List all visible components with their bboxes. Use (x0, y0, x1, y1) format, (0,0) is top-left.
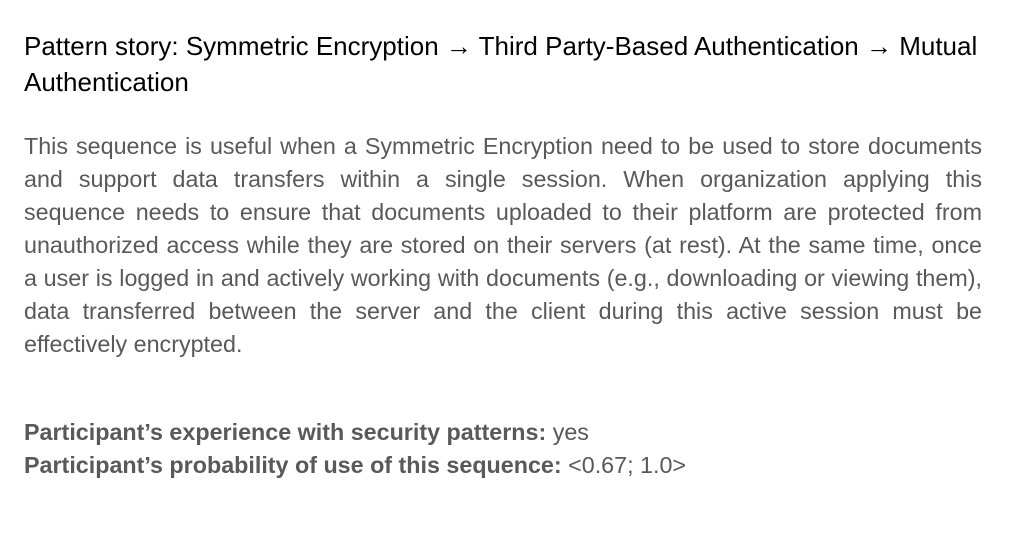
probability-value: <0.67; 1.0> (568, 452, 687, 478)
pattern-story-title: Pattern story: Symmetric Encryption → Th… (24, 31, 978, 97)
experience-row: Participant’s experience with security p… (24, 416, 982, 449)
experience-label: Participant’s experience with security p… (24, 419, 547, 445)
sequence-description: This sequence is useful when a Symmetric… (24, 133, 982, 357)
document-page: Pattern story: Symmetric Encryption → Th… (24, 28, 982, 482)
experience-value: yes (552, 419, 589, 445)
participant-info: Participant’s experience with security p… (24, 416, 982, 482)
probability-row: Participant’s probability of use of this… (24, 449, 982, 482)
probability-label: Participant’s probability of use of this… (24, 452, 562, 478)
